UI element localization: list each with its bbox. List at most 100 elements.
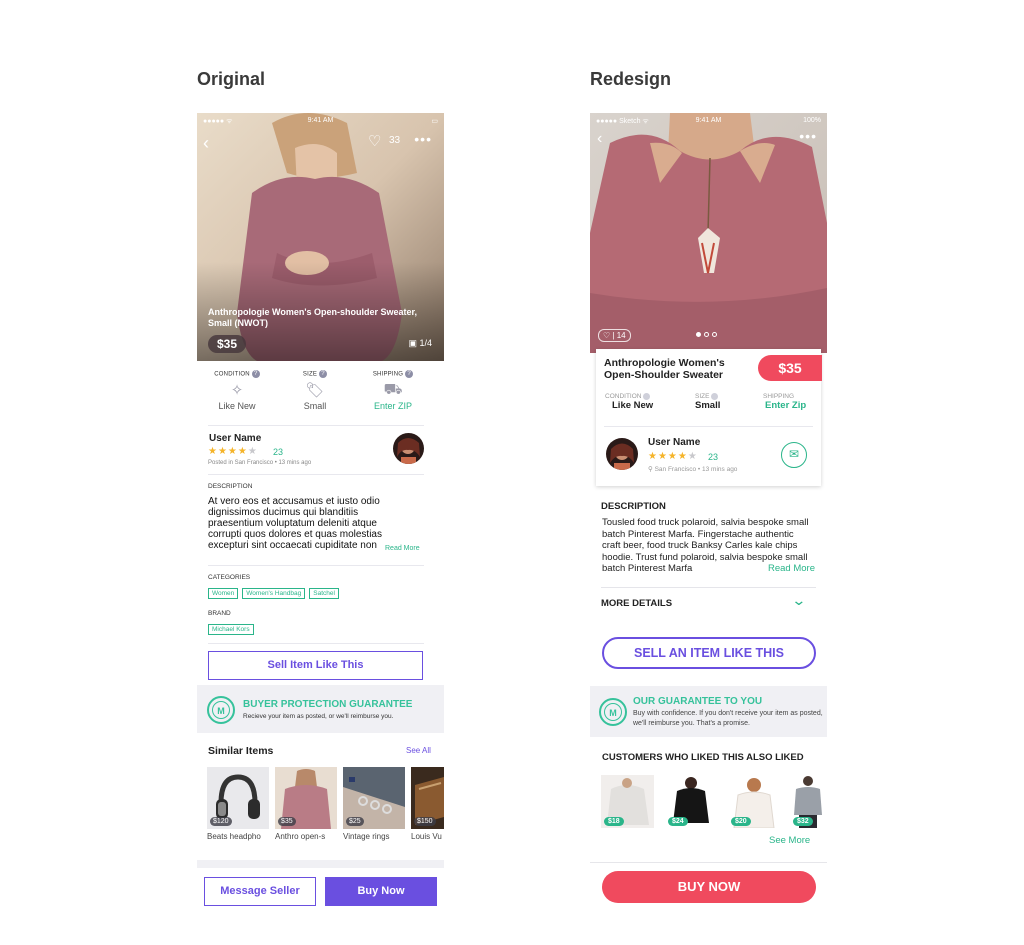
also-liked-heading: CUSTOMERS WHO LIKED THIS ALSO LIKED <box>602 752 804 763</box>
shipping-attribute[interactable]: SHIPPING? ⛟ Enter ZIP <box>353 370 433 411</box>
read-more-link[interactable]: Read More <box>766 563 815 574</box>
help-icon[interactable]: ? <box>251 370 260 378</box>
category-tag[interactable]: Women's Handbag <box>242 588 306 599</box>
rating-count: 23 <box>708 452 719 462</box>
redesign-heading: Redesign <box>590 69 672 89</box>
like-pill[interactable]: ♡ | 14 <box>598 329 631 342</box>
dot-active <box>696 332 701 337</box>
rating-count: 23 <box>273 447 284 457</box>
star-icon: ★★★★ <box>648 451 688 462</box>
seller-avatar[interactable] <box>606 438 638 470</box>
heart-icon[interactable]: ♡ <box>368 132 381 150</box>
category-tag[interactable]: Women <box>208 588 239 599</box>
bottom-separator <box>197 860 444 868</box>
price-tag: $35 <box>758 355 822 381</box>
info-icon[interactable] <box>711 393 719 400</box>
size-attribute: SIZE Small <box>695 393 720 411</box>
category-tag[interactable]: Satchel <box>309 588 339 599</box>
status-time: 9:41 AM <box>695 117 722 124</box>
size-label: SIZE <box>695 393 710 401</box>
see-all-link[interactable]: See All <box>406 746 431 755</box>
help-icon[interactable]: ? <box>319 370 328 378</box>
description-heading: DESCRIPTION <box>208 483 253 490</box>
seller-rating-stars: ★★★★★ <box>208 446 258 457</box>
also-liked-item[interactable]: $18 <box>601 775 654 828</box>
battery-level: 100% <box>803 117 821 124</box>
seller-name[interactable]: User Name <box>648 437 700 448</box>
message-envelope-icon[interactable]: ✉ <box>781 442 807 468</box>
read-more-link[interactable]: Read More <box>385 545 420 552</box>
buy-now-button[interactable]: BUY NOW <box>602 871 816 903</box>
back-chevron-icon[interactable]: ‹ <box>203 133 209 154</box>
divider <box>208 425 424 426</box>
item-label: Vintage rings <box>343 832 390 841</box>
item-price: $20 <box>731 817 751 826</box>
guarantee-subtitle: Recieve your item as posted, or we'll re… <box>243 713 394 720</box>
location-pin-icon: ⚲ <box>648 466 653 473</box>
item-price: $18 <box>604 817 624 826</box>
more-options-icon[interactable]: ••• <box>414 131 432 147</box>
status-time: 9:41 AM <box>307 117 334 124</box>
help-icon[interactable]: ? <box>405 370 414 378</box>
more-options-icon[interactable]: ••• <box>799 128 817 144</box>
heart-icon: ♡ <box>603 331 611 340</box>
seller-name[interactable]: User Name <box>209 433 261 444</box>
message-seller-button[interactable]: Message Seller <box>204 877 316 906</box>
posted-text: San Francisco • 13 mins ago <box>654 466 738 473</box>
carousel-dots[interactable] <box>696 332 717 337</box>
brand-heading: BRAND <box>208 610 231 617</box>
chevron-down-icon[interactable]: ⌄ <box>791 592 806 609</box>
guarantee-title: OUR GUARANTEE TO YOU <box>633 696 763 707</box>
description-text: At vero eos et accusamus et iusto odio d… <box>208 496 382 551</box>
sell-item-button[interactable]: Sell Item Like This <box>208 651 423 680</box>
item-label: Beats headpho <box>207 832 261 841</box>
back-chevron-icon[interactable]: ‹ <box>597 130 602 148</box>
similar-item-card[interactable]: $150 <box>411 767 444 829</box>
item-price: $25 <box>346 817 364 826</box>
also-liked-item[interactable]: $24 <box>665 775 718 828</box>
redesign-phone-screen: ●●●●● Sketch ᯤ 9:41 AM 100% ‹ ••• ♡ | 14… <box>590 113 827 910</box>
original-heading: Original <box>197 69 266 89</box>
size-value: Small <box>303 401 327 411</box>
gallery-icon: ▣ <box>408 338 417 348</box>
shipping-value[interactable]: Enter ZIP <box>353 401 433 411</box>
divider <box>604 426 813 427</box>
buyer-protection-banner: M BUYER PROTECTION GUARANTEE Recieve you… <box>197 685 444 733</box>
battery-icon: ▭ <box>431 118 438 125</box>
similar-item-card[interactable]: $35 <box>275 767 337 829</box>
divider <box>601 587 816 588</box>
size-label: SIZE <box>302 371 318 378</box>
product-photo[interactable]: ●●●●● ᯤ 9:41 AM ▭ ‹ ♡ 33 ••• Anthropolog… <box>197 113 444 361</box>
also-liked-item[interactable]: $20 <box>728 775 781 828</box>
shipping-label: SHIPPING <box>763 393 795 400</box>
guarantee-banner: M OUR GUARANTEE TO YOU Buy with confiden… <box>590 686 827 737</box>
seller-avatar[interactable] <box>393 433 424 464</box>
buy-now-button[interactable]: Buy Now <box>325 877 437 906</box>
like-count: 33 <box>389 135 401 146</box>
also-liked-item[interactable]: $32 <box>790 775 827 828</box>
divider <box>208 474 424 475</box>
similar-item-card[interactable]: $120 <box>207 767 269 829</box>
sparkle-icon: ✧ <box>230 382 244 399</box>
guarantee-badge-icon: M <box>207 696 235 724</box>
shipping-attribute[interactable]: SHIPPING Enter Zip <box>763 393 806 411</box>
guarantee-title: BUYER PROTECTION GUARANTEE <box>243 699 413 710</box>
see-more-link[interactable]: See More <box>769 835 810 846</box>
star-icon: ★★★★ <box>208 446 248 457</box>
divider <box>208 565 424 566</box>
brand-tags: Michael Kors <box>208 624 254 635</box>
item-price: $24 <box>668 817 688 826</box>
more-details-toggle[interactable]: MORE DETAILS <box>601 598 672 609</box>
info-icon[interactable] <box>643 393 651 400</box>
product-photo[interactable]: ●●●●● Sketch ᯤ 9:41 AM 100% ‹ ••• ♡ | 14 <box>590 113 827 353</box>
shipping-value[interactable]: Enter Zip <box>763 400 806 411</box>
categories-heading: CATEGORIES <box>208 574 251 581</box>
description-heading: DESCRIPTION <box>601 501 666 512</box>
item-label: Anthro open-s <box>275 832 326 841</box>
sell-item-button[interactable]: SELL AN ITEM LIKE THIS <box>602 637 816 669</box>
condition-value: Like New <box>218 401 256 411</box>
similar-item-card[interactable]: $25 <box>343 767 405 829</box>
photo-pager[interactable]: ▣ 1/4 <box>408 338 432 349</box>
product-title: Anthropologie Women's Open-shoulder Swea… <box>208 307 417 328</box>
brand-tag[interactable]: Michael Kors <box>208 624 254 635</box>
